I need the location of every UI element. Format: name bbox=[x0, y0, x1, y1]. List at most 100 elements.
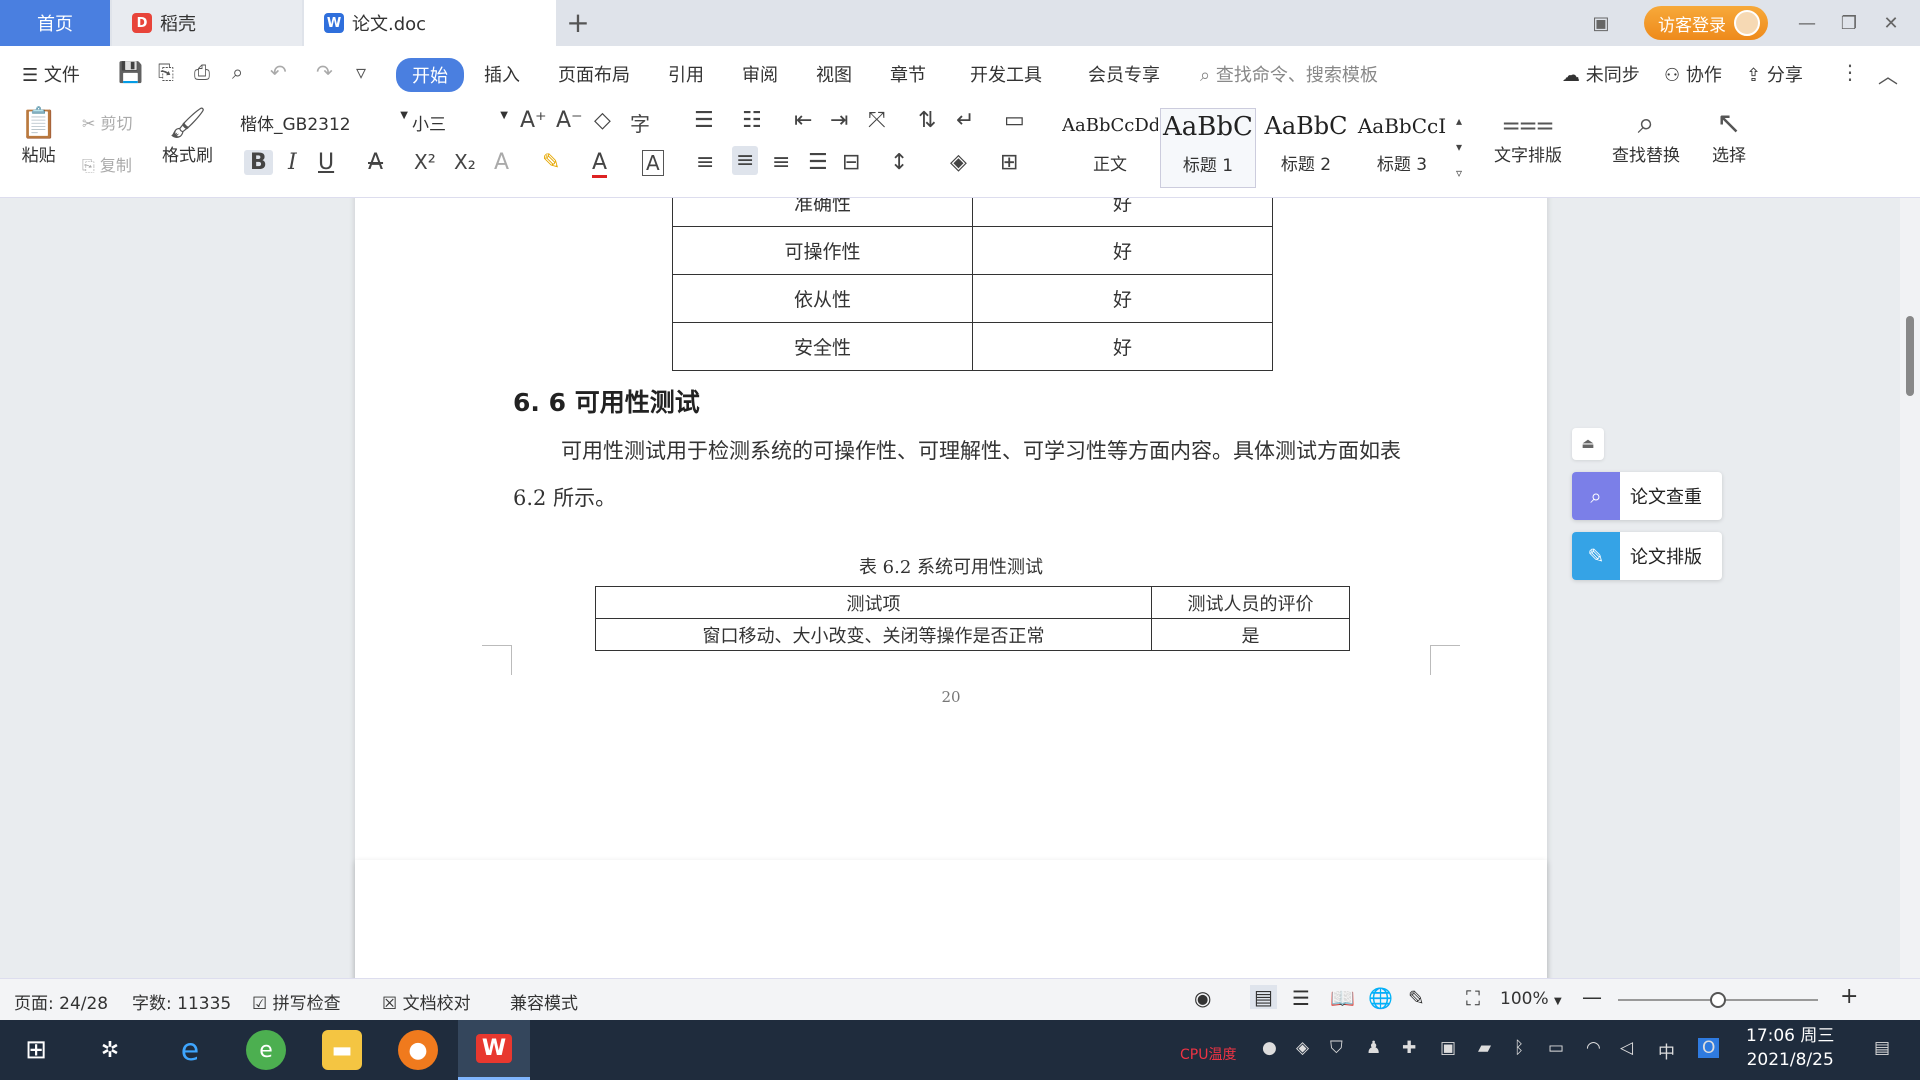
text-layout-button[interactable]: ⩶ 文字排版 bbox=[1494, 106, 1562, 166]
shield-icon[interactable]: ⛉ bbox=[1330, 1038, 1343, 1058]
tab-home[interactable]: 首页 bbox=[0, 0, 110, 46]
clock[interactable]: 17:06 周三 2021/8/25 bbox=[1746, 1024, 1834, 1072]
menu-reference[interactable]: 引用 bbox=[668, 61, 704, 87]
wps-taskbar-button[interactable]: W bbox=[458, 1020, 530, 1080]
windows-start-icon[interactable]: ⊞ bbox=[16, 1030, 56, 1070]
subscript-icon[interactable]: X₂ bbox=[454, 150, 476, 174]
share-button[interactable]: ⇪ 分享 bbox=[1746, 61, 1803, 87]
nvidia-icon[interactable]: ▰ bbox=[1478, 1038, 1491, 1058]
collapse-panel-icon[interactable]: ⏏ bbox=[1572, 428, 1604, 460]
font-color-icon[interactable]: A bbox=[592, 150, 608, 178]
superscript-icon[interactable]: X² bbox=[414, 150, 436, 174]
menu-start[interactable]: 开始 bbox=[396, 58, 464, 92]
select-button[interactable]: ↖ 选择 bbox=[1712, 106, 1746, 166]
tools-app-icon[interactable]: ● bbox=[398, 1030, 438, 1070]
minimize-icon[interactable]: — bbox=[1786, 13, 1828, 34]
sync-button[interactable]: ☁ 未同步 bbox=[1562, 61, 1640, 87]
login-button[interactable]: 访客登录 bbox=[1644, 6, 1768, 40]
style-heading-3[interactable]: AaBbCcI 标题 3 bbox=[1354, 108, 1450, 188]
distribute-icon[interactable]: ⊟ bbox=[842, 150, 860, 175]
layout-switch-icon[interactable]: ▣ bbox=[1580, 13, 1622, 34]
font-size-select[interactable]: 小三 ▼ bbox=[412, 110, 508, 136]
zoom-slider[interactable] bbox=[1618, 992, 1818, 1008]
line-spacing-icon[interactable]: ↕ bbox=[890, 150, 908, 175]
tray-app-icon[interactable]: ● bbox=[1262, 1038, 1277, 1058]
align-center-icon[interactable]: ≡ bbox=[732, 146, 759, 175]
bluetooth-icon[interactable]: ᛒ bbox=[1514, 1038, 1524, 1058]
justify-icon[interactable]: ☰ bbox=[808, 150, 828, 175]
menu-chapter[interactable]: 章节 bbox=[890, 61, 926, 87]
tray-app-icon[interactable]: ◈ bbox=[1296, 1038, 1309, 1058]
menu-devtools[interactable]: 开发工具 bbox=[970, 61, 1042, 87]
grow-font-icon[interactable]: A⁺ bbox=[520, 108, 547, 133]
document-area[interactable]: 准确性好可操作性好依从性好安全性好 6. 6 可用性测试 可用性测试用于检测系统… bbox=[0, 198, 1920, 978]
char-border-icon[interactable]: A bbox=[642, 150, 664, 176]
ie-browser-icon[interactable]: e bbox=[170, 1030, 210, 1070]
page-view-icon[interactable]: ▤ bbox=[1250, 985, 1277, 1009]
zoom-slider-knob[interactable] bbox=[1710, 992, 1726, 1008]
file-explorer-icon[interactable]: ▬ bbox=[322, 1030, 362, 1070]
wifi-icon[interactable]: ◠ bbox=[1586, 1038, 1601, 1058]
format-painter-button[interactable]: 🖌 格式刷 bbox=[162, 106, 213, 166]
shading-icon[interactable]: ◈ bbox=[950, 150, 967, 175]
scrollbar-thumb[interactable] bbox=[1906, 316, 1914, 396]
write-view-icon[interactable]: ✎ bbox=[1408, 986, 1425, 1010]
style-heading-2[interactable]: AaBbC 标题 2 bbox=[1258, 108, 1354, 188]
menu-insert[interactable]: 插入 bbox=[484, 61, 520, 87]
bold-icon[interactable]: B bbox=[244, 150, 273, 175]
menu-file[interactable]: ☰ 文件 bbox=[22, 61, 80, 87]
align-left-icon[interactable]: ≡ bbox=[696, 150, 714, 175]
vertical-scrollbar[interactable] bbox=[1900, 198, 1920, 978]
paste-button[interactable]: 📋 粘贴 bbox=[20, 106, 57, 166]
eye-protect-icon[interactable]: ◉ bbox=[1194, 986, 1211, 1010]
borders-icon[interactable]: ⊞ bbox=[1000, 150, 1018, 175]
quick-access-dropdown-icon[interactable]: ▿ bbox=[356, 60, 366, 84]
ime-indicator[interactable]: 中 bbox=[1658, 1038, 1675, 1063]
cut-button[interactable]: ✂ 剪切 bbox=[82, 110, 133, 134]
menu-view[interactable]: 视图 bbox=[816, 61, 852, 87]
collapse-ribbon-icon[interactable]: ︿ bbox=[1878, 60, 1898, 89]
redo-icon[interactable]: ↷ bbox=[316, 60, 333, 84]
qq-icon[interactable]: ♟ bbox=[1366, 1038, 1381, 1058]
browser-360-icon[interactable]: e bbox=[246, 1030, 286, 1070]
pinwheel-app-icon[interactable]: ✲ bbox=[90, 1030, 130, 1070]
fit-page-icon[interactable]: ⛶ bbox=[1466, 986, 1480, 1010]
print-preview-icon[interactable]: ⌕ bbox=[232, 60, 243, 84]
underline-icon[interactable]: U bbox=[318, 150, 334, 175]
outline-view-icon[interactable]: ☰ bbox=[1292, 986, 1310, 1010]
menu-review[interactable]: 审阅 bbox=[742, 61, 778, 87]
spell-check-button[interactable]: ☑ 拼写检查 bbox=[252, 989, 341, 1014]
next-page[interactable] bbox=[355, 860, 1547, 978]
paper-check-button[interactable]: ⌕ 论文查重 bbox=[1572, 472, 1722, 520]
save-icon[interactable]: 💾 bbox=[118, 60, 143, 84]
battery-icon[interactable]: ▭ bbox=[1548, 1038, 1564, 1058]
text-effect-icon[interactable]: A bbox=[494, 150, 509, 175]
style-heading-1[interactable]: AaBbC 标题 1 bbox=[1160, 108, 1256, 188]
export-icon[interactable]: ⎘ bbox=[158, 60, 174, 84]
restore-icon[interactable]: ❐ bbox=[1828, 13, 1870, 34]
zoom-in-icon[interactable]: + bbox=[1840, 984, 1858, 1009]
phonetic-icon[interactable]: 字 bbox=[630, 108, 650, 137]
tray-app-icon[interactable]: ✚ bbox=[1402, 1038, 1416, 1058]
print-icon[interactable]: ⎙ bbox=[194, 60, 210, 84]
shrink-font-icon[interactable]: A⁻ bbox=[556, 108, 583, 133]
proofread-button[interactable]: ☒ 文档校对 bbox=[382, 989, 471, 1014]
paper-format-button[interactable]: ✎ 论文排版 bbox=[1572, 532, 1722, 580]
page-indicator[interactable]: 页面: 24/28 bbox=[14, 989, 108, 1014]
notification-icon[interactable]: ▤ bbox=[1874, 1038, 1890, 1058]
read-view-icon[interactable]: 📖 bbox=[1330, 986, 1355, 1010]
increase-indent-icon[interactable]: ⇥ bbox=[830, 108, 848, 133]
zoom-select[interactable]: 100% ▼ bbox=[1500, 989, 1562, 1009]
highlight-icon[interactable]: ✎ bbox=[542, 150, 560, 175]
collaborate-button[interactable]: ⚇ 协作 bbox=[1664, 61, 1722, 87]
show-marks-icon[interactable]: ↵ bbox=[956, 108, 974, 133]
strikethrough-icon[interactable]: A bbox=[368, 150, 383, 175]
undo-icon[interactable]: ↶ bbox=[270, 60, 287, 84]
tray-app-icon[interactable]: ▣ bbox=[1440, 1038, 1456, 1058]
find-replace-button[interactable]: ⌕ 查找替换 bbox=[1612, 106, 1680, 166]
web-view-icon[interactable]: 🌐 bbox=[1368, 986, 1393, 1010]
clear-format-icon[interactable]: ◇ bbox=[594, 108, 611, 133]
align-right-icon[interactable]: ≡ bbox=[772, 150, 790, 175]
new-tab-button[interactable]: + bbox=[560, 6, 596, 39]
italic-icon[interactable]: I bbox=[288, 150, 297, 175]
